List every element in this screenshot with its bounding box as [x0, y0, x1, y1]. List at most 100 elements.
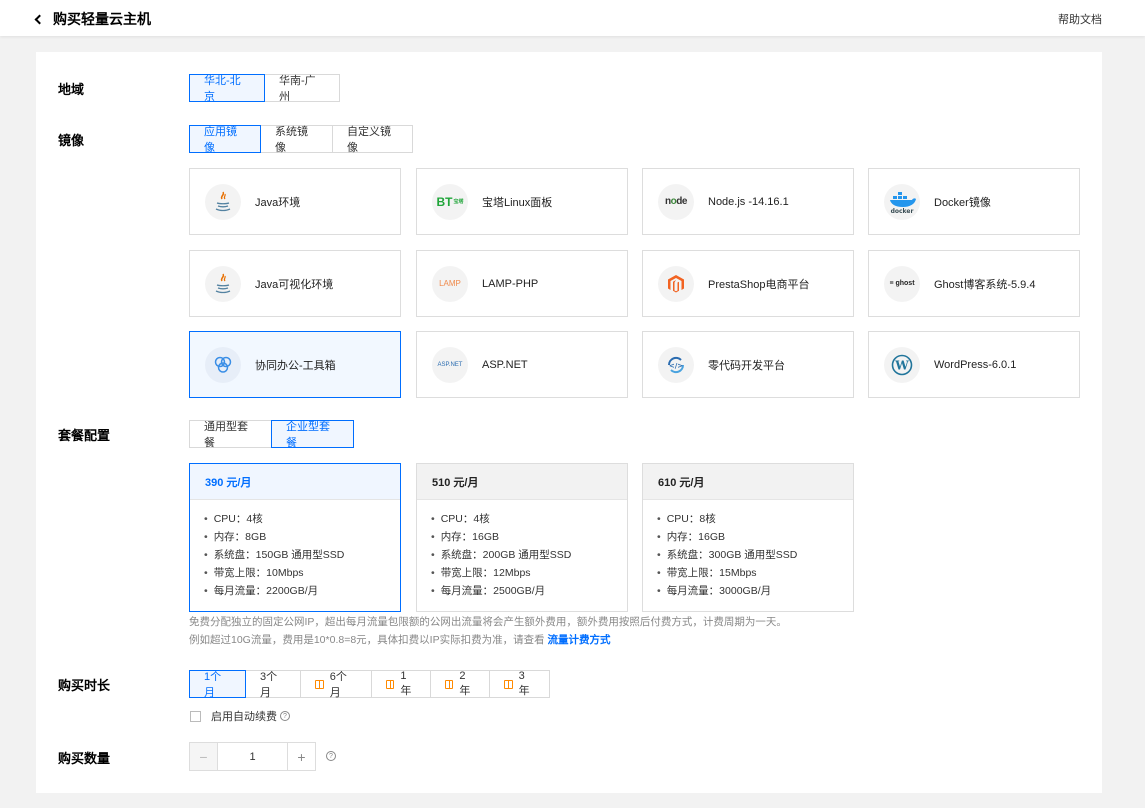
plan-card-390[interactable]: 390 元/月 CPU：4核 内存：8GB 系统盘：150GB 通用型SSD 带… [189, 463, 401, 612]
help-icon[interactable]: ? [326, 751, 336, 761]
plan-card-610[interactable]: 610 元/月 CPU：8核 内存：16GB 系统盘：300GB 通用型SSD … [642, 463, 854, 612]
tab-enterprise-package[interactable]: 企业型套餐 [271, 420, 354, 449]
duration-option-6-months[interactable]: 6个月 [300, 670, 372, 699]
increment-button[interactable]: + [287, 742, 316, 771]
plan-card-510[interactable]: 510 元/月 CPU：4核 内存：16GB 系统盘：200GB 通用型SSD … [416, 463, 628, 612]
duration-label-text: 2年 [459, 670, 471, 697]
purchase-form: 地域 华北-北京 华南-广州 镜像 应用镜像 系统镜像 自定义镜像 Java环境… [36, 52, 1102, 793]
image-card-name: Ghost博客系统-5.9.4 [934, 278, 1036, 291]
region-option-guangzhou[interactable]: 华南-广州 [264, 74, 340, 103]
image-card-name: PrestaShop电商平台 [708, 278, 810, 291]
node-icon: node [658, 183, 694, 220]
quantity-input[interactable]: 1 [218, 742, 287, 771]
image-card-wordpress[interactable]: W WordPress-6.0.1 [868, 331, 1080, 398]
duration-option-1-month[interactable]: 1个月 [189, 670, 246, 699]
duration-label-text: 1年 [400, 670, 412, 697]
spec-item: 系统盘：200GB 通用型SSD [431, 546, 627, 564]
traffic-note-text: 例如超过10G流量，费用是10*0.8=8元，具体扣费以IP实际扣费为准，请查看 [189, 634, 545, 646]
image-card-name: ASP.NET [482, 358, 528, 371]
lowcode-icon: </> [658, 346, 694, 383]
image-label: 镜像 [58, 133, 85, 148]
magento-icon [658, 265, 694, 302]
image-card-lowcode[interactable]: </> 零代码开发平台 [642, 331, 854, 398]
spec-item: 内存：16GB [657, 528, 853, 546]
tab-app-image[interactable]: 应用镜像 [189, 125, 261, 154]
decrement-button[interactable]: − [189, 742, 218, 771]
auto-renew-label: 启用自动续费 [211, 711, 277, 723]
image-card-collab[interactable]: 协同办公-工具箱 [189, 331, 401, 398]
duration-label-text: 3年 [518, 670, 530, 697]
java-icon [205, 183, 241, 220]
image-card-java-visual[interactable]: Java可视化环境 [189, 250, 401, 317]
spec-item: 带宽上限：15Mbps [657, 564, 853, 582]
image-card-aspnet[interactable]: ASP.NET ASP.NET [416, 331, 628, 398]
plan-specs: CPU：4核 内存：16GB 系统盘：200GB 通用型SSD 带宽上限：12M… [417, 500, 627, 600]
package-tabs: 通用型套餐 企业型套餐 [189, 420, 354, 449]
image-card-prestashop[interactable]: PrestaShop电商平台 [642, 250, 854, 317]
image-card-node[interactable]: node Node.js -14.16.1 [642, 168, 854, 235]
lamp-icon: LAMP [432, 265, 468, 302]
spec-item: 每月流量：2200GB/月 [204, 582, 400, 600]
duration-option-3-years[interactable]: 3年 [489, 670, 550, 698]
spec-item: 每月流量：3000GB/月 [657, 582, 853, 600]
plan-price: 510 元/月 [417, 464, 627, 500]
duration-option-3-months[interactable]: 3个月 [245, 670, 301, 699]
quantity-label: 购买数量 [58, 751, 111, 766]
plan-specs: CPU：4核 内存：8GB 系统盘：150GB 通用型SSD 带宽上限：10Mb… [190, 500, 400, 600]
tab-general-package[interactable]: 通用型套餐 [189, 420, 272, 449]
page-title: 购买轻量云主机 [53, 11, 151, 27]
image-card-name: Java可视化环境 [255, 278, 334, 291]
plan-specs: CPU：8核 内存：16GB 系统盘：300GB 通用型SSD 带宽上限：15M… [643, 500, 853, 600]
wordpress-icon: W [884, 346, 920, 383]
duration-option-2-years[interactable]: 2年 [430, 670, 490, 698]
plan-price: 610 元/月 [643, 464, 853, 500]
top-bar: 购买轻量云主机 帮助文档 [0, 0, 1145, 36]
auto-renew-checkbox[interactable] [190, 710, 201, 722]
bt-icon: BT 宝塔 [432, 183, 468, 220]
image-card-name: Docker镜像 [934, 196, 991, 209]
image-tabs: 应用镜像 系统镜像 自定义镜像 [189, 125, 413, 154]
image-card-name: Node.js -14.16.1 [708, 195, 789, 208]
java-icon [205, 265, 241, 302]
region-option-beijing[interactable]: 华北-北京 [189, 74, 265, 103]
aspnet-icon: ASP.NET [432, 346, 468, 383]
plan-price: 390 元/月 [190, 464, 400, 500]
spec-item: CPU：8核 [657, 510, 853, 528]
chevron-left-icon [34, 14, 45, 25]
tab-system-image[interactable]: 系统镜像 [260, 125, 333, 154]
image-card-ghost[interactable]: ≡ ghost Ghost博客系统-5.9.4 [868, 250, 1080, 317]
duration-option-1-year[interactable]: 1年 [371, 670, 431, 698]
spec-item: 内存：16GB [431, 528, 627, 546]
traffic-billing-link[interactable]: 流量计费方式 [548, 634, 611, 646]
duration-label: 购买时长 [58, 678, 111, 693]
traffic-note-line1: 免费分配独立的固定公网IP，超出每月流量包限额的公网出流量将会产生额外费用，额外… [189, 616, 787, 628]
image-card-name: WordPress-6.0.1 [934, 358, 1017, 371]
image-card-name: LAMP-PHP [482, 277, 539, 290]
image-card-name: 宝塔Linux面板 [482, 196, 553, 209]
help-docs-link[interactable]: 帮助文档 [1058, 11, 1102, 27]
ghost-icon: ≡ ghost [884, 265, 920, 302]
region-label: 地域 [58, 82, 85, 97]
tab-custom-image[interactable]: 自定义镜像 [332, 125, 413, 154]
help-icon[interactable]: ? [280, 711, 290, 721]
gift-icon [504, 679, 513, 689]
docker-icon: docker [884, 183, 920, 220]
image-card-lamp[interactable]: LAMP LAMP-PHP [416, 250, 628, 317]
duration-selector: 1个月 3个月 6个月 1年 2年 3年 [189, 670, 550, 699]
traffic-note-line2: 例如超过10G流量，费用是10*0.8=8元，具体扣费以IP实际扣费为准，请查看… [189, 632, 611, 647]
collab-icon [205, 346, 241, 383]
image-card-bt[interactable]: BT 宝塔 宝塔Linux面板 [416, 168, 628, 235]
back-button[interactable]: 购买轻量云主机 [34, 9, 151, 29]
image-card-java[interactable]: Java环境 [189, 168, 401, 235]
svg-text:W: W [894, 358, 909, 372]
auto-renew: 启用自动续费 ? [190, 708, 290, 724]
spec-item: CPU：4核 [204, 510, 400, 528]
spec-item: CPU：4核 [431, 510, 627, 528]
gift-icon [386, 679, 395, 689]
spec-item: 系统盘：300GB 通用型SSD [657, 546, 853, 564]
image-card-name: Java环境 [255, 196, 301, 209]
image-card-docker[interactable]: docker Docker镜像 [868, 168, 1080, 235]
gift-icon [445, 679, 454, 689]
spec-item: 带宽上限：10Mbps [204, 564, 400, 582]
image-card-name: 零代码开发平台 [708, 359, 785, 372]
